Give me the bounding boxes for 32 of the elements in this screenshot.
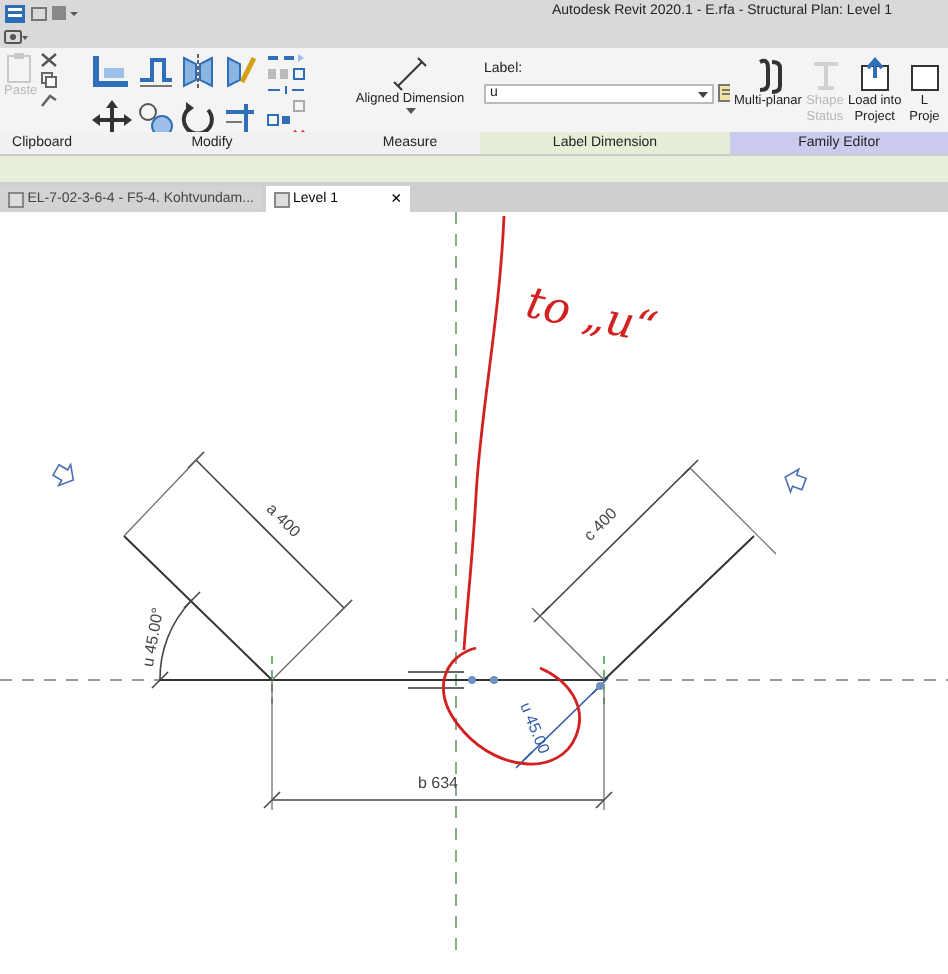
mirror-axis-icon[interactable]: [178, 52, 219, 88]
edit-parameters-icon[interactable]: [717, 84, 730, 103]
view-switch-icon[interactable]: [3, 30, 28, 44]
cut-icon[interactable]: [40, 52, 59, 68]
handwritten-note: to „u“: [521, 278, 661, 356]
copy-icon[interactable]: [40, 71, 59, 88]
dimension-icon[interactable]: [392, 55, 428, 92]
close-tab-button[interactable]: ×: [390, 186, 402, 212]
mirror-draw-icon[interactable]: [222, 52, 262, 88]
save-icon[interactable]: [50, 4, 79, 22]
caret-icon[interactable]: [698, 91, 708, 98]
caret-icon[interactable]: [405, 107, 415, 114]
load-into-project-icon[interactable]: [855, 55, 894, 94]
copy-move-icon[interactable]: [135, 99, 175, 132]
app-menu-icon[interactable]: [3, 3, 26, 23]
rotate-icon[interactable]: [178, 99, 219, 132]
dimension-label: u 45.00: [516, 700, 553, 757]
dimension-label: c 400: [580, 504, 621, 545]
view-icon: [8, 191, 24, 207]
dimension-label: a 400: [263, 499, 305, 541]
view-icon: [273, 191, 290, 207]
flip-arrow-icon[interactable]: [784, 467, 808, 495]
flip-arrow-icon[interactable]: [51, 462, 75, 487]
dimension-label: u 45.00°: [139, 606, 168, 669]
move-icon[interactable]: [91, 99, 132, 132]
split-icon[interactable]: [265, 52, 306, 64]
array-icon[interactable]: [265, 67, 306, 80]
offset-icon[interactable]: [135, 52, 175, 88]
extend-icon[interactable]: [265, 83, 306, 95]
dimension-label: b 634: [417, 774, 459, 792]
match-properties-icon[interactable]: [40, 91, 59, 107]
align-icon[interactable]: [91, 52, 132, 88]
